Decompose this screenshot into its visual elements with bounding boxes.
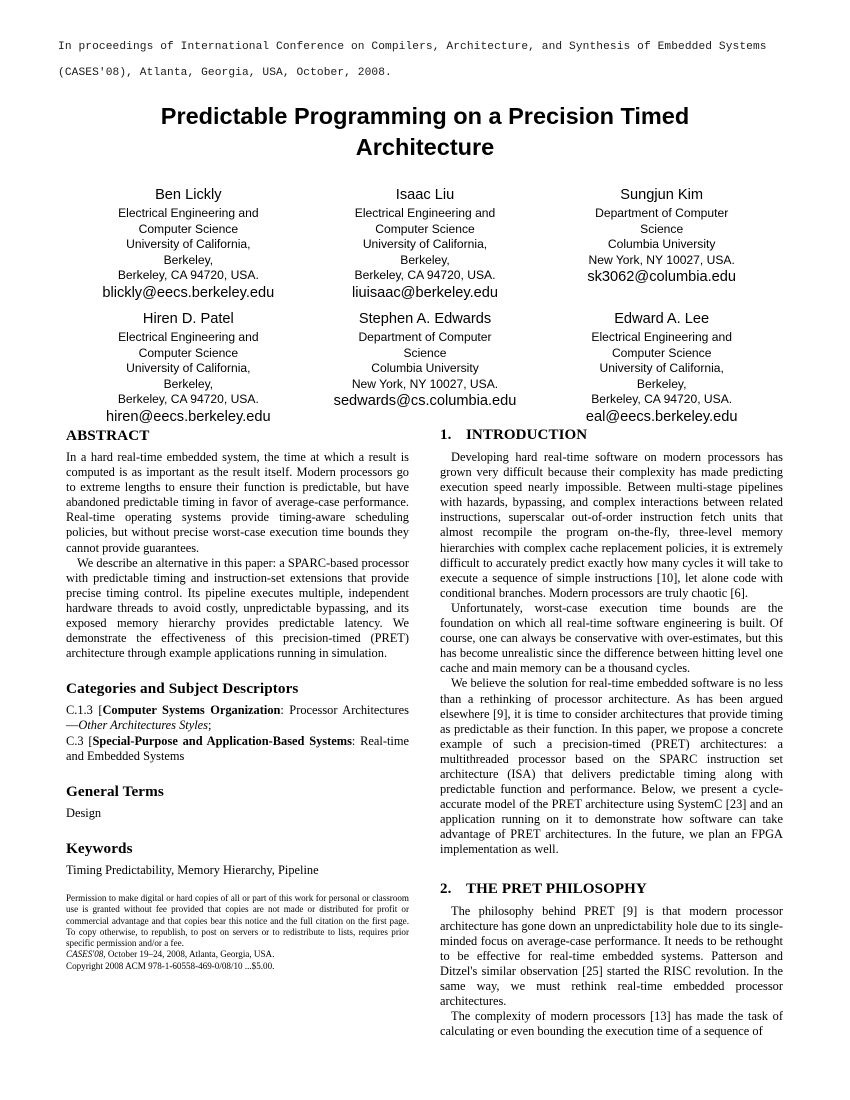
author-affiliation-line: Berkeley, CA 94720, USA.: [591, 392, 733, 407]
author-email[interactable]: eal@eecs.berkeley.edu: [543, 408, 780, 427]
author-ben-lickly: Ben Lickly Electrical Engineering and Co…: [70, 186, 307, 303]
category-bold-term: Computer Systems Organization: [102, 703, 281, 718]
author-stephen-a-edwards: Stephen A. Edwards Department of Compute…: [307, 310, 544, 427]
author-affiliation-line: Computer Science: [138, 221, 239, 236]
author-affiliation-line: Berkeley, CA 94720, USA.: [117, 268, 259, 283]
copyright-acm-line: Copyright 2008 ACM 978-1-60558-469-0/08/…: [66, 960, 275, 971]
author-affiliation-line: Department of Computer: [358, 329, 492, 344]
author-affiliation-line: Computer Science: [138, 345, 239, 360]
author-affiliation-line: Computer Science: [611, 345, 712, 360]
copyright-venue: CASES'08, October 19–24, 2008, Atlanta, …: [66, 949, 409, 960]
keywords-text: Timing Predictability, Memory Hierarchy,…: [66, 862, 319, 877]
author-name: Hiren D. Patel: [142, 310, 234, 327]
author-email[interactable]: sk3062@columbia.edu: [543, 268, 780, 287]
section-title: THE PRET PHILOSOPHY: [466, 880, 647, 897]
author-email[interactable]: liuisaac@berkeley.edu: [307, 284, 544, 303]
author-isaac-liu: Isaac Liu Electrical Engineering and Com…: [307, 186, 544, 303]
author-affiliation-line: Berkeley, CA 94720, USA.: [354, 268, 496, 283]
category-code: C.3: [66, 733, 84, 748]
author-sungjun-kim: Sungjun Kim Department of Computer Scien…: [543, 186, 780, 303]
introduction-paragraph-3: We believe the solution for real-time em…: [440, 676, 783, 857]
author-affiliation-line: New York, NY 10027, USA.: [351, 376, 499, 391]
author-affiliation-line: University of California,: [126, 361, 251, 376]
page-title: Predictable Programming on a Precision T…: [160, 103, 690, 160]
general-terms-text: Design: [66, 805, 102, 820]
paper-page: In proceedings of International Conferen…: [0, 0, 850, 1100]
author-row-1: Ben Lickly Electrical Engineering and Co…: [70, 186, 780, 303]
category-descriptor-1: C.1.3 [Computer Systems Organization: Pr…: [66, 703, 409, 733]
philosophy-heading: 2. THE PRET PHILOSOPHY: [440, 880, 783, 899]
abstract-paragraph-2: We describe an alternative in this paper…: [66, 555, 409, 661]
author-affiliation-line: Science: [403, 345, 447, 360]
author-edward-a-lee: Edward A. Lee Electrical Engineering and…: [543, 310, 780, 427]
category-tail-end: ;: [208, 718, 212, 733]
philosophy-paragraph-1: The philosophy behind PRET [9] is that m…: [440, 903, 783, 1009]
author-affiliation-line: Electrical Engineering and: [591, 329, 732, 344]
author-email[interactable]: hiren@eecs.berkeley.edu: [70, 408, 307, 427]
author-affiliation-line: Department of Computer: [595, 206, 729, 220]
author-affiliation-line: Berkeley,: [636, 376, 687, 391]
proceedings-header: In proceedings of International Conferen…: [58, 41, 774, 79]
venue-details: October 19–24, 2008, Atlanta, Georgia, U…: [105, 949, 275, 960]
category-code: C.1.3: [66, 703, 93, 718]
author-affiliation-line: University of California,: [362, 237, 488, 252]
copyright-notice: Permission to make digital or hard copie…: [66, 893, 409, 972]
abstract-paragraph-1: In a hard real-time embedded system, the…: [66, 450, 409, 555]
author-name: Edward A. Lee: [614, 310, 710, 327]
author-affiliation-line: Electrical Engineering and: [118, 329, 259, 344]
author-affiliation-line: Berkeley, CA 94720, USA.: [117, 392, 259, 407]
author-affiliation-line: Berkeley,: [400, 252, 450, 267]
author-affiliation-line: New York, NY 10027, USA.: [588, 252, 735, 267]
author-email[interactable]: sedwards@cs.columbia.edu: [307, 392, 544, 411]
introduction-paragraph-1: Developing hard real-time software on mo…: [440, 450, 783, 600]
category-descriptor-2: C.3 [Special-Purpose and Application-Bas…: [66, 733, 409, 763]
section-number: 2.: [440, 880, 452, 897]
right-column: 1. INTRODUCTION Developing hard real-time…: [440, 426, 783, 1039]
author-block: Ben Lickly Electrical Engineering and Co…: [70, 186, 780, 427]
abstract-heading: ABSTRACT: [66, 427, 150, 444]
section-title: INTRODUCTION: [466, 427, 588, 443]
author-name: Stephen A. Edwards: [358, 310, 492, 327]
copyright-permission: Permission to make digital or hard copie…: [66, 893, 409, 949]
author-affiliation-line: Electrical Engineering and: [354, 206, 496, 220]
author-affiliation-line: Columbia University: [607, 237, 716, 252]
author-affiliation-line: Berkeley,: [163, 252, 214, 267]
left-column: ABSTRACT In a hard real-time embedded sy…: [66, 426, 409, 878]
introduction-paragraph-2: Unfortunately, worst-case execution time…: [440, 600, 783, 676]
categories-heading: Categories and Subject Descriptors: [66, 680, 299, 698]
author-affiliation-line: Science: [640, 221, 684, 236]
category-bold-term: Special-Purpose and Application-Based Sy…: [92, 733, 352, 748]
section-number: 1.: [440, 427, 452, 443]
venue-name: CASES'08,: [66, 949, 106, 960]
philosophy-paragraph-2: The complexity of modern processors [13]…: [440, 1009, 783, 1039]
author-name: Ben Lickly: [155, 187, 222, 203]
author-affiliation-line: Columbia University: [371, 361, 479, 376]
category-italic-term: Other Architectures Styles: [78, 718, 209, 733]
keywords-heading: Keywords: [66, 839, 133, 857]
author-affiliation-line: University of California,: [599, 361, 724, 376]
author-name: Isaac Liu: [395, 187, 455, 203]
author-affiliation-line: Computer Science: [375, 221, 475, 236]
author-row-2: Hiren D. Patel Electrical Engineering an…: [70, 310, 780, 427]
author-email[interactable]: blickly@eecs.berkeley.edu: [70, 284, 307, 303]
author-affiliation-line: Electrical Engineering and: [118, 206, 259, 220]
author-affiliation-line: University of California,: [126, 237, 251, 252]
introduction-heading: 1. INTRODUCTION: [440, 426, 783, 445]
author-affiliation-line: Berkeley,: [163, 376, 214, 391]
author-name: Sungjun Kim: [620, 187, 704, 203]
general-terms-heading: General Terms: [66, 782, 164, 800]
author-hiren-d-patel: Hiren D. Patel Electrical Engineering an…: [70, 310, 307, 427]
